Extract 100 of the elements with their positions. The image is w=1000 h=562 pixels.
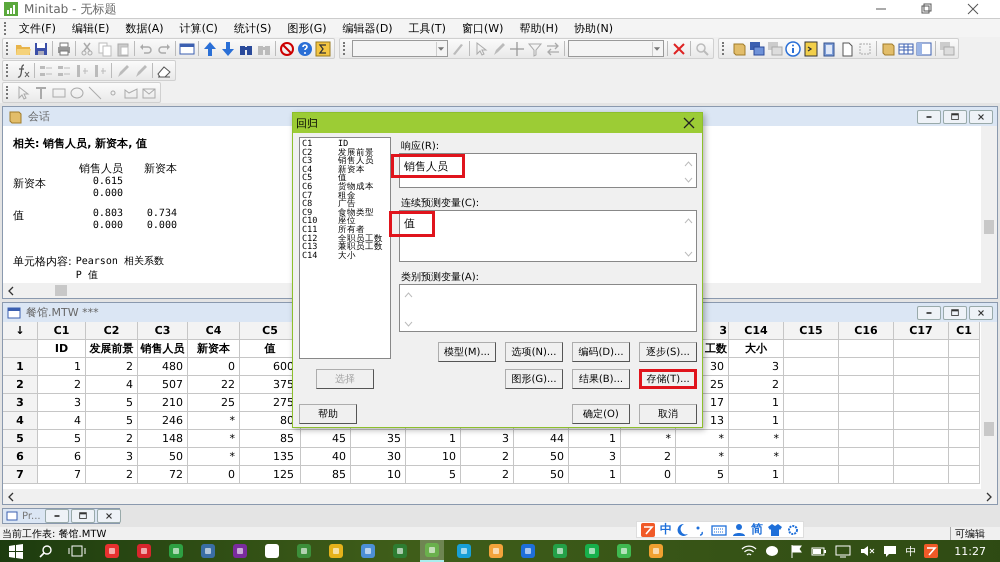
table-cell[interactable]: 40 — [301, 448, 351, 466]
list-item[interactable]: 销售人员 — [338, 157, 374, 166]
dialog-button[interactable]: 存储(T)... — [639, 369, 697, 389]
table-cell[interactable]: 1 — [569, 466, 621, 484]
table-cell[interactable]: 2 — [86, 430, 138, 448]
list-item[interactable]: C12 — [302, 234, 338, 244]
table-cell[interactable]: 5 — [86, 412, 138, 430]
table-cell[interactable]: 4 — [86, 376, 138, 394]
language-toggle[interactable]: 中 — [660, 521, 672, 538]
column-name[interactable]: ID — [38, 340, 86, 358]
table-cell[interactable]: 10 — [351, 466, 406, 484]
list-item[interactable]: C3 — [302, 157, 338, 166]
table-cell[interactable]: 246 — [138, 412, 188, 430]
table-cell[interactable]: 7 — [38, 466, 86, 484]
table-cell[interactable]: 5 — [676, 466, 729, 484]
column-name[interactable]: 发展前景 — [86, 340, 138, 358]
column-header[interactable]: C4 — [188, 322, 240, 340]
dialog-button[interactable]: 图形(G)... — [505, 369, 563, 389]
column-header[interactable]: C1 — [38, 322, 86, 340]
table-cell[interactable]: 2 — [86, 358, 138, 376]
dialog-button[interactable]: 模型(M)... — [438, 342, 496, 362]
dialog-button[interactable]: 结果(B)... — [572, 369, 630, 389]
row-number[interactable]: 1 — [3, 358, 38, 376]
table-cell[interactable]: * — [729, 448, 784, 466]
list-item[interactable]: C8 — [302, 200, 338, 209]
table-cell[interactable]: 1 — [729, 394, 784, 412]
table-cell[interactable]: 45 — [301, 430, 351, 448]
dialog-button[interactable]: 确定(O) — [572, 404, 630, 424]
list-item[interactable]: ID — [338, 140, 348, 149]
list-item[interactable]: 全职员工数 — [338, 234, 383, 244]
table-cell[interactable]: * — [188, 430, 240, 448]
list-item[interactable]: C10 — [302, 217, 338, 226]
table-cell[interactable]: 72 — [138, 466, 188, 484]
list-item[interactable]: 兼职员工数 — [338, 243, 383, 252]
table-cell[interactable]: 5 — [86, 394, 138, 412]
menu-item[interactable]: 计算(C) — [172, 20, 226, 36]
list-item[interactable]: 大小 — [338, 252, 356, 260]
table-cell[interactable]: 3 — [38, 394, 86, 412]
table-cell[interactable]: * — [188, 448, 240, 466]
table-cell[interactable]: 2 — [38, 376, 86, 394]
table-cell[interactable]: 0 — [188, 358, 240, 376]
menu-item[interactable]: 数据(A) — [117, 20, 172, 36]
list-item[interactable]: 所有者 — [338, 226, 365, 235]
list-item[interactable]: C13 — [302, 243, 338, 252]
table-cell[interactable]: 44 — [514, 430, 569, 448]
table-cell[interactable]: 10 — [406, 448, 461, 466]
table-cell[interactable]: 3 — [569, 448, 621, 466]
table-cell[interactable]: * — [621, 430, 676, 448]
table-cell[interactable]: 135 — [240, 448, 301, 466]
list-item[interactable]: 货物成本 — [338, 182, 374, 192]
column-header[interactable]: C14 — [729, 322, 784, 340]
column-name[interactable]: 销售人员 — [138, 340, 188, 358]
list-item[interactable]: 座位 — [338, 217, 356, 226]
dialog-button[interactable]: 选项(N)... — [505, 342, 563, 362]
row-number[interactable]: 4 — [3, 412, 38, 430]
list-item[interactable]: 租金 — [338, 192, 356, 200]
row-number[interactable]: 5 — [3, 430, 38, 448]
column-header[interactable]: C17 — [894, 322, 949, 340]
column-header[interactable]: C2 — [86, 322, 138, 340]
table-cell[interactable]: 4 — [38, 412, 86, 430]
row-number[interactable]: 7 — [3, 466, 38, 484]
list-item[interactable]: C7 — [302, 192, 338, 200]
table-cell[interactable]: 85 — [301, 466, 351, 484]
column-header[interactable]: C1 — [949, 322, 980, 340]
table-cell[interactable]: * — [729, 430, 784, 448]
table-cell[interactable]: 50 — [514, 466, 569, 484]
table-cell[interactable]: 50 — [514, 448, 569, 466]
table-cell[interactable]: 25 — [188, 394, 240, 412]
table-cell[interactable]: 0 — [621, 466, 676, 484]
list-item[interactable]: C1 — [302, 140, 338, 149]
clock[interactable]: 11:27 — [954, 544, 986, 558]
row-number[interactable]: 3 — [3, 394, 38, 412]
table-cell[interactable]: 35 — [351, 430, 406, 448]
dialog-button[interactable]: 编码(D)... — [572, 342, 630, 362]
table-cell[interactable]: 1 — [569, 430, 621, 448]
table-cell[interactable]: 2 — [461, 448, 514, 466]
menu-item[interactable]: 图形(G) — [279, 20, 335, 36]
list-item[interactable]: C14 — [302, 252, 338, 260]
script-toggle[interactable]: 简 — [751, 521, 763, 538]
table-cell[interactable]: 0 — [188, 466, 240, 484]
dialog-button[interactable]: 逐步(S)... — [639, 342, 697, 362]
column-header[interactable]: C3 — [138, 322, 188, 340]
table-cell[interactable]: 3 — [86, 448, 138, 466]
variable-list[interactable]: C1 ID C2 发展前景 C3 销售人员 C4 新资本 C5 值 C6 货物成本 C7 租金 C8 广告 C9 食物类型 C10 座位 C11 所有者 C12 全职员工数 C13 兼职员工数 C14 大小 — [299, 137, 391, 359]
table-cell[interactable]: 507 — [138, 376, 188, 394]
menu-item[interactable]: 文件(F) — [11, 20, 64, 36]
list-item[interactable]: C11 — [302, 226, 338, 235]
table-cell[interactable]: 148 — [138, 430, 188, 448]
row-number[interactable]: 6 — [3, 448, 38, 466]
table-cell[interactable]: 2 — [729, 376, 784, 394]
table-cell[interactable]: 5 — [38, 430, 86, 448]
menu-item[interactable]: 帮助(H) — [511, 20, 566, 36]
dialog-button[interactable]: 取消 — [639, 404, 697, 424]
column-name[interactable]: 新资本 — [188, 340, 240, 358]
table-cell[interactable]: 6 — [38, 448, 86, 466]
column-header[interactable]: C16 — [839, 322, 894, 340]
table-cell[interactable]: * — [676, 430, 729, 448]
table-cell[interactable]: 2 — [86, 466, 138, 484]
corner-cell[interactable]: ↓ — [3, 322, 38, 340]
table-cell[interactable]: 22 — [188, 376, 240, 394]
